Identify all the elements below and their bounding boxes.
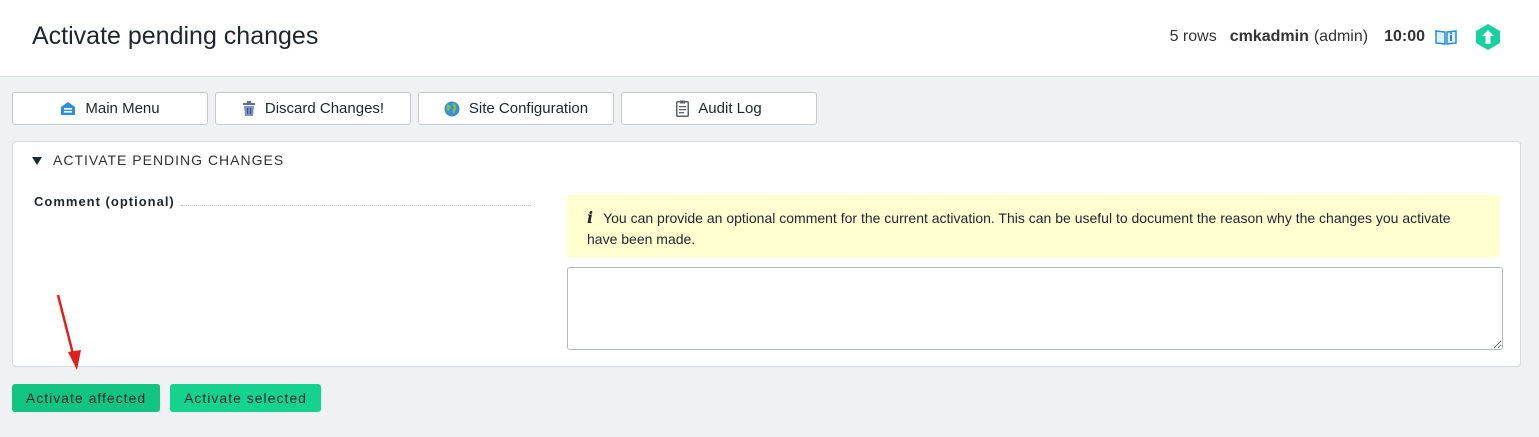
globe-icon	[444, 101, 460, 117]
page-header: Activate pending changes 5 rows cmkadmin…	[0, 0, 1539, 77]
section-header[interactable]: ACTIVATE PENDING CHANGES	[32, 152, 284, 168]
main-menu-icon	[60, 101, 76, 116]
main-menu-button[interactable]: Main Menu	[12, 92, 208, 125]
comment-label-row: Comment (optional)	[34, 194, 531, 209]
clipboard-icon	[676, 100, 690, 117]
activate-selected-button[interactable]: Activate selected	[170, 384, 321, 412]
comment-textarea[interactable]	[567, 267, 1503, 350]
user-role: (admin)	[1313, 28, 1369, 45]
checkmk-logo-icon[interactable]	[1475, 23, 1501, 51]
site-configuration-label: Site Configuration	[468, 100, 589, 117]
discard-changes-label: Discard Changes!	[264, 100, 385, 117]
info-icon: i	[587, 208, 594, 227]
username[interactable]: cmkadmin	[1230, 28, 1309, 46]
audit-log-label: Audit Log	[698, 100, 762, 117]
clock: 10:00	[1384, 28, 1425, 45]
row-count: 5 rows	[1169, 28, 1217, 45]
site-configuration-button[interactable]: Site Configuration	[418, 92, 614, 125]
info-text: You can provide an optional comment for …	[587, 210, 1451, 247]
label-dots	[180, 205, 531, 206]
info-message: i You can provide an optional comment for…	[567, 195, 1500, 257]
page-title: Activate pending changes	[32, 22, 319, 50]
collapse-triangle-icon[interactable]	[32, 157, 42, 165]
trash-icon	[242, 100, 256, 117]
activate-affected-button[interactable]: Activate affected	[12, 384, 160, 412]
annotation-arrow-icon	[56, 294, 81, 370]
header-status: 5 rows cmkadmin (admin) 10:00	[1170, 24, 1501, 50]
toolbar: Main Menu Discard Changes! Site Configur…	[12, 92, 824, 125]
book-icon[interactable]	[1435, 29, 1457, 45]
activate-changes-panel: ACTIVATE PENDING CHANGES Comment (option…	[12, 141, 1521, 367]
section-title: ACTIVATE PENDING CHANGES	[53, 152, 285, 168]
comment-label: Comment (optional)	[34, 194, 175, 209]
audit-log-button[interactable]: Audit Log	[621, 92, 817, 125]
discard-changes-button[interactable]: Discard Changes!	[215, 92, 411, 125]
main-menu-label: Main Menu	[85, 100, 160, 117]
